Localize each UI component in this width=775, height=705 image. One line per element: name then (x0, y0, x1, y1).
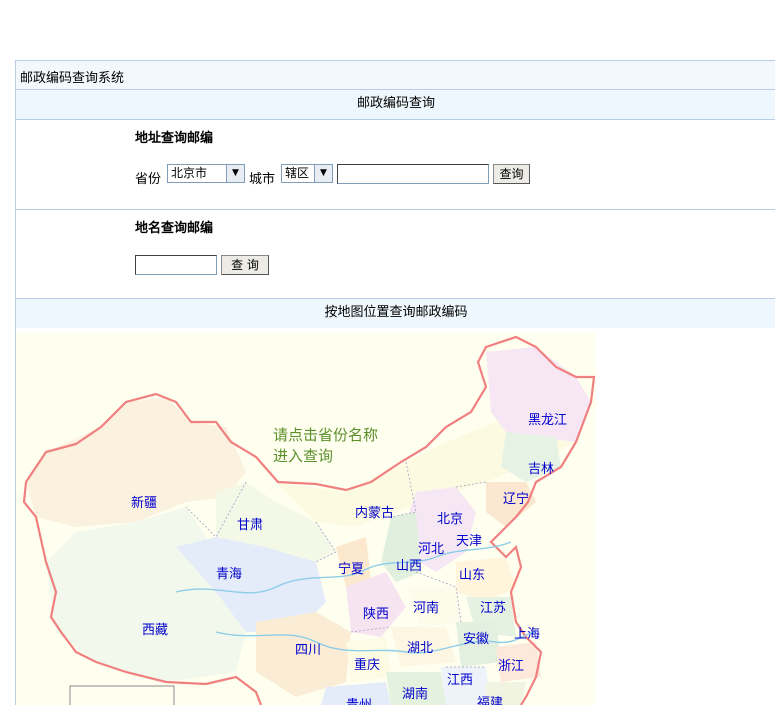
province-select-value: 北京市 (171, 166, 208, 180)
place-name-input[interactable] (135, 255, 217, 275)
province-hubei[interactable]: 湖北 (407, 637, 433, 656)
province-hunan[interactable]: 湖南 (402, 683, 428, 702)
province-heilongjiang[interactable]: 黑龙江 (528, 409, 567, 428)
system-title: 邮政编码查询系统 (20, 71, 125, 86)
province-qinghai[interactable]: 青海 (216, 563, 242, 582)
city-label: 城市 (249, 172, 276, 187)
province-guizhou[interactable]: 贵州 (346, 694, 372, 705)
chevron-down-icon[interactable]: ▼ (226, 165, 244, 182)
province-jiangsu[interactable]: 江苏 (480, 597, 506, 616)
province-shandong[interactable]: 山东 (459, 564, 485, 583)
map-hint-line1: 请点击省份名称 (273, 426, 379, 444)
province-fujian[interactable]: 福建 (477, 692, 503, 705)
address-input[interactable] (337, 164, 489, 184)
map-query-header: 按地图位置查询邮政编码 (16, 298, 775, 328)
province-zhejiang[interactable]: 浙江 (498, 655, 524, 674)
province-shanghai[interactable]: 上海 (514, 623, 540, 642)
province-chongqing[interactable]: 重庆 (354, 654, 380, 673)
map-query-title: 按地图位置查询邮政编码 (324, 305, 468, 320)
province-xizang[interactable]: 西藏 (142, 619, 168, 638)
name-query-block: 地名查询邮编 查 询 (16, 209, 775, 298)
postcode-query-header: 邮政编码查询 (16, 89, 775, 119)
place-name-search-button[interactable]: 查 询 (221, 255, 269, 275)
province-anhui[interactable]: 安徽 (463, 628, 489, 647)
postcode-query-title: 邮政编码查询 (356, 96, 435, 111)
system-title-bar: 邮政编码查询系统 (16, 60, 775, 89)
name-query-title: 地名查询邮编 (135, 221, 214, 236)
province-shaanxi[interactable]: 陕西 (363, 603, 389, 622)
city-select[interactable]: 辖区 ▼ (281, 164, 333, 183)
map-hint: 请点击省份名称 进入查询 (273, 425, 378, 467)
province-jilin[interactable]: 吉林 (528, 458, 554, 477)
china-map: 请点击省份名称 进入查询 黑龙江 吉林 辽宁 新疆 甘肃 内蒙古 北京 天津 河… (16, 332, 596, 705)
province-shanxi[interactable]: 山西 (396, 555, 422, 574)
address-query-title: 地址查询邮编 (135, 131, 214, 146)
address-search-button[interactable]: 查询 (493, 164, 530, 184)
province-jiangxi[interactable]: 江西 (447, 669, 473, 688)
province-gansu[interactable]: 甘肃 (237, 514, 263, 533)
province-xinjiang[interactable]: 新疆 (131, 492, 157, 511)
map-inset-frame (69, 685, 175, 705)
province-select[interactable]: 北京市 ▼ (167, 164, 245, 183)
city-select-value: 辖区 (285, 166, 310, 180)
province-ningxia[interactable]: 宁夏 (338, 558, 364, 577)
province-neimenggu[interactable]: 内蒙古 (355, 502, 394, 521)
province-label: 省份 (135, 172, 162, 187)
chevron-down-icon[interactable]: ▼ (314, 165, 332, 182)
map-hint-line2: 进入查询 (273, 447, 334, 465)
province-beijing[interactable]: 北京 (437, 508, 463, 527)
address-query-block: 地址查询邮编 省份 北京市 ▼ 城市 辖区 ▼ 查询 (16, 119, 775, 209)
province-tianjin[interactable]: 天津 (456, 530, 482, 549)
province-liaoning[interactable]: 辽宁 (503, 488, 529, 507)
province-henan[interactable]: 河南 (413, 597, 439, 616)
province-sichuan[interactable]: 四川 (295, 639, 321, 658)
